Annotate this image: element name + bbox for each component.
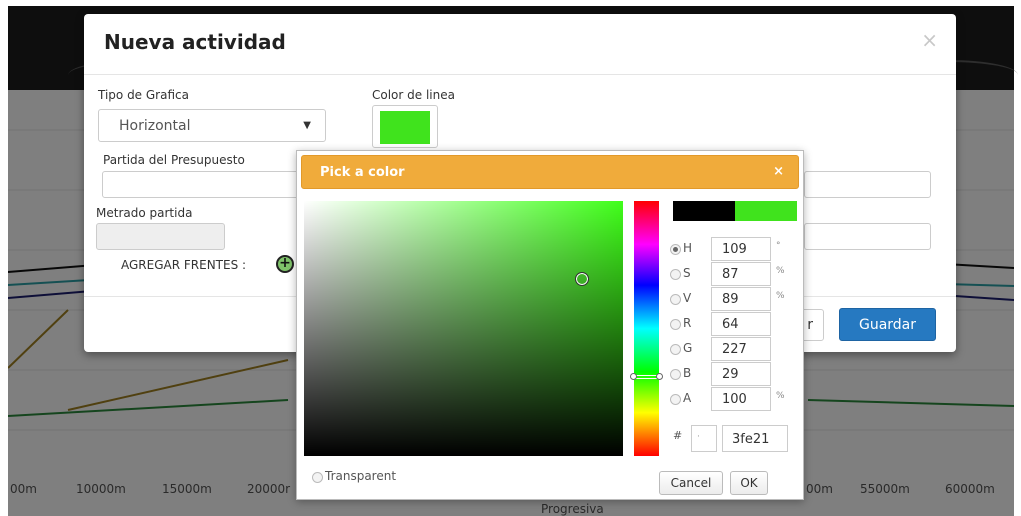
partida-input[interactable] — [102, 171, 322, 198]
channel-a-input[interactable]: 100 — [711, 387, 771, 411]
metrado-input-right[interactable] — [804, 223, 931, 250]
hex-hash-label: # — [673, 429, 683, 442]
channel-b-radio[interactable] — [670, 369, 681, 380]
sv-cursor-handle[interactable] — [575, 272, 589, 286]
channel-s-unit: % — [776, 266, 785, 276]
partida-label: Partida del Presupuesto — [103, 153, 245, 167]
channel-h-radio[interactable] — [670, 244, 681, 255]
chevron-down-icon: ▼ — [303, 120, 311, 131]
channel-h-input[interactable]: 109 — [711, 237, 771, 261]
save-button[interactable]: Guardar — [839, 308, 936, 341]
channel-r-label: R — [683, 316, 692, 330]
color-picker-dialog: Pick a color × H 109 ° S 87 % V 89 % R 6… — [296, 150, 804, 500]
color-linea-label: Color de linea — [372, 88, 455, 102]
channel-s-label: S — [683, 266, 691, 280]
tipo-grafica-value: Horizontal — [119, 118, 191, 134]
channel-v-unit: % — [776, 291, 785, 301]
tipo-grafica-select[interactable]: Horizontal ▼ — [98, 109, 326, 142]
channel-b-label: B — [683, 366, 692, 380]
channel-v-input[interactable]: 89 — [711, 287, 771, 311]
channel-a-label: A — [683, 391, 692, 405]
hex-prefix-field[interactable]: · — [691, 425, 717, 452]
channel-a-radio[interactable] — [670, 394, 681, 405]
picker-title: Pick a color — [320, 165, 405, 180]
channel-h-label: H — [683, 241, 693, 255]
channel-r-input[interactable]: 64 — [711, 312, 771, 336]
picker-cancel-button[interactable]: Cancel — [659, 471, 723, 495]
metrado-input[interactable] — [96, 223, 225, 250]
transparent-radio[interactable] — [312, 472, 323, 483]
channel-g-radio[interactable] — [670, 344, 681, 355]
agregar-frentes-label: AGREGAR FRENTES : — [121, 258, 247, 272]
metrado-label: Metrado partida — [96, 206, 193, 220]
previous-color-preview — [673, 201, 735, 221]
modal-header-divider — [84, 74, 956, 75]
channel-g-input[interactable]: 227 — [711, 337, 771, 361]
channel-s-input[interactable]: 87 — [711, 262, 771, 286]
picker-ok-button[interactable]: OK — [730, 471, 768, 495]
transparent-label: Transparent — [325, 469, 397, 483]
channel-a-unit: % — [776, 391, 785, 401]
hue-slider-handle[interactable] — [630, 373, 663, 380]
channel-b-input[interactable]: 29 — [711, 362, 771, 386]
picker-header: Pick a color × — [301, 155, 799, 189]
hue-slider[interactable] — [634, 201, 659, 456]
hex-input[interactable]: 3fe21 — [722, 425, 788, 452]
add-frente-icon[interactable]: + — [276, 255, 294, 273]
color-swatch — [380, 111, 430, 144]
close-icon[interactable]: × — [773, 164, 784, 179]
new-color-preview — [735, 201, 797, 221]
transparent-option[interactable]: Transparent — [312, 469, 397, 483]
partida-input-right[interactable] — [804, 171, 931, 198]
channel-s-radio[interactable] — [670, 269, 681, 280]
color-linea-swatch-button[interactable] — [372, 105, 438, 148]
modal-title: Nueva actividad — [104, 30, 286, 54]
channel-g-label: G — [683, 341, 693, 355]
tipo-grafica-label: Tipo de Grafica — [98, 88, 189, 102]
channel-v-label: V — [683, 291, 692, 305]
close-icon[interactable]: × — [921, 28, 938, 52]
saturation-value-area[interactable] — [304, 201, 623, 456]
channel-h-unit: ° — [776, 241, 781, 251]
channel-v-radio[interactable] — [670, 294, 681, 305]
channel-r-radio[interactable] — [670, 319, 681, 330]
